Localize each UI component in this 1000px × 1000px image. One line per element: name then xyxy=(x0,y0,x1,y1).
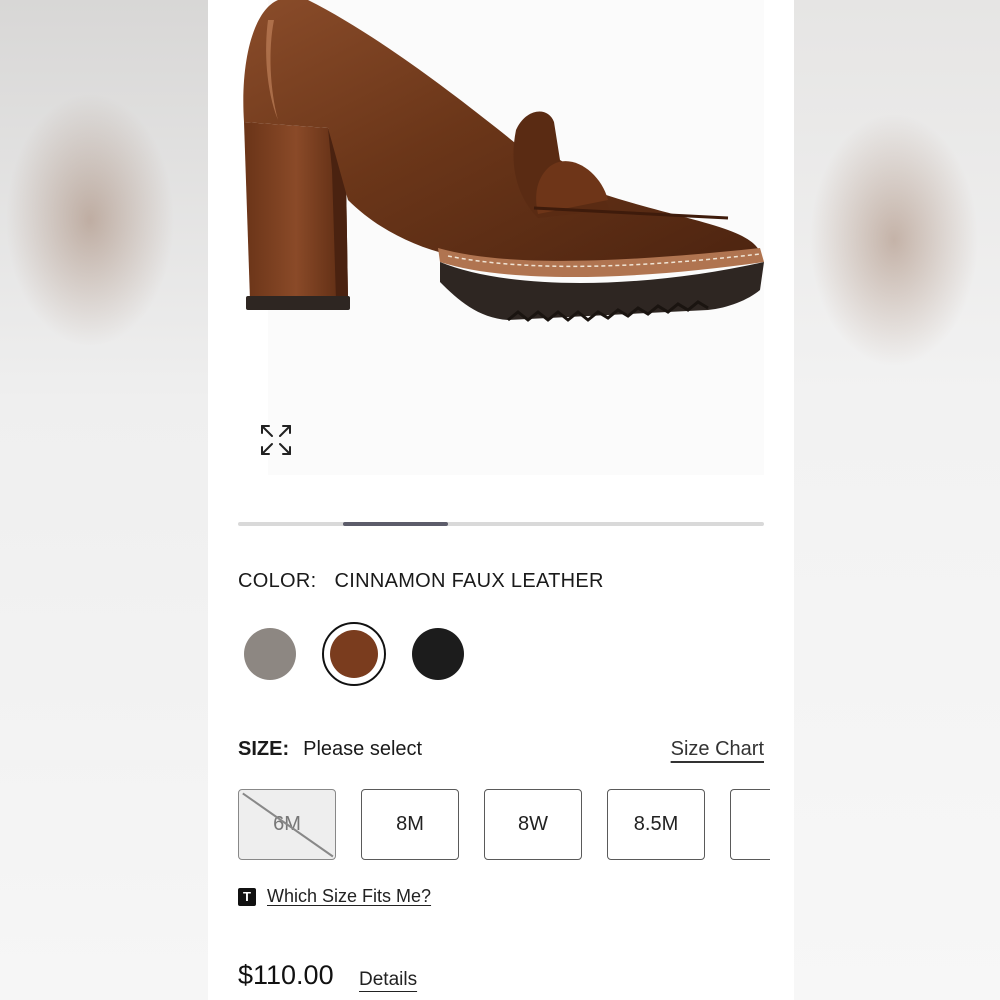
product-image[interactable] xyxy=(208,0,794,340)
product-page: COLOR: CINNAMON FAUX LEATHER SIZE: Please … xyxy=(208,0,794,1000)
swatch-black[interactable] xyxy=(406,622,470,686)
product-image-area xyxy=(208,0,794,480)
color-value: CINNAMON FAUX LEATHER xyxy=(334,570,604,592)
size-option-label: 8.5M xyxy=(633,813,679,835)
color-label: COLOR: xyxy=(238,570,317,592)
swatch-cinnamon[interactable] xyxy=(322,622,386,686)
blurred-background-left xyxy=(0,0,208,1000)
unavailable-slash xyxy=(242,792,334,857)
color-selection: COLOR: CINNAMON FAUX LEATHER xyxy=(238,570,604,593)
size-option-8w[interactable]: 8W xyxy=(484,789,582,860)
size-option-more[interactable] xyxy=(730,789,770,860)
t-logo-icon: T xyxy=(238,887,256,906)
size-option-8m[interactable]: 8M xyxy=(361,789,459,860)
swatch-grey[interactable] xyxy=(238,622,302,686)
price: $110.00 xyxy=(238,960,334,990)
fit-finder: T Which Size Fits Me? xyxy=(238,886,431,907)
expand-icon[interactable] xyxy=(258,422,294,458)
size-selection: SIZE: Please select Size Chart xyxy=(238,738,764,761)
size-label: SIZE: xyxy=(238,738,290,760)
blurred-background-right xyxy=(794,0,1000,1000)
carousel-progress[interactable] xyxy=(238,522,764,526)
size-value: Please select xyxy=(303,738,423,760)
size-option-label: 8W xyxy=(518,813,548,835)
details-link[interactable]: Details xyxy=(359,969,417,991)
size-chart-link[interactable]: Size Chart xyxy=(671,738,764,761)
carousel-progress-thumb xyxy=(343,522,449,526)
size-option-6m[interactable]: 6M xyxy=(238,789,336,860)
size-option-label: 8M xyxy=(396,813,424,835)
size-option-8-5m[interactable]: 8.5M xyxy=(607,789,705,860)
which-size-fits-link[interactable]: Which Size Fits Me? xyxy=(267,886,431,907)
